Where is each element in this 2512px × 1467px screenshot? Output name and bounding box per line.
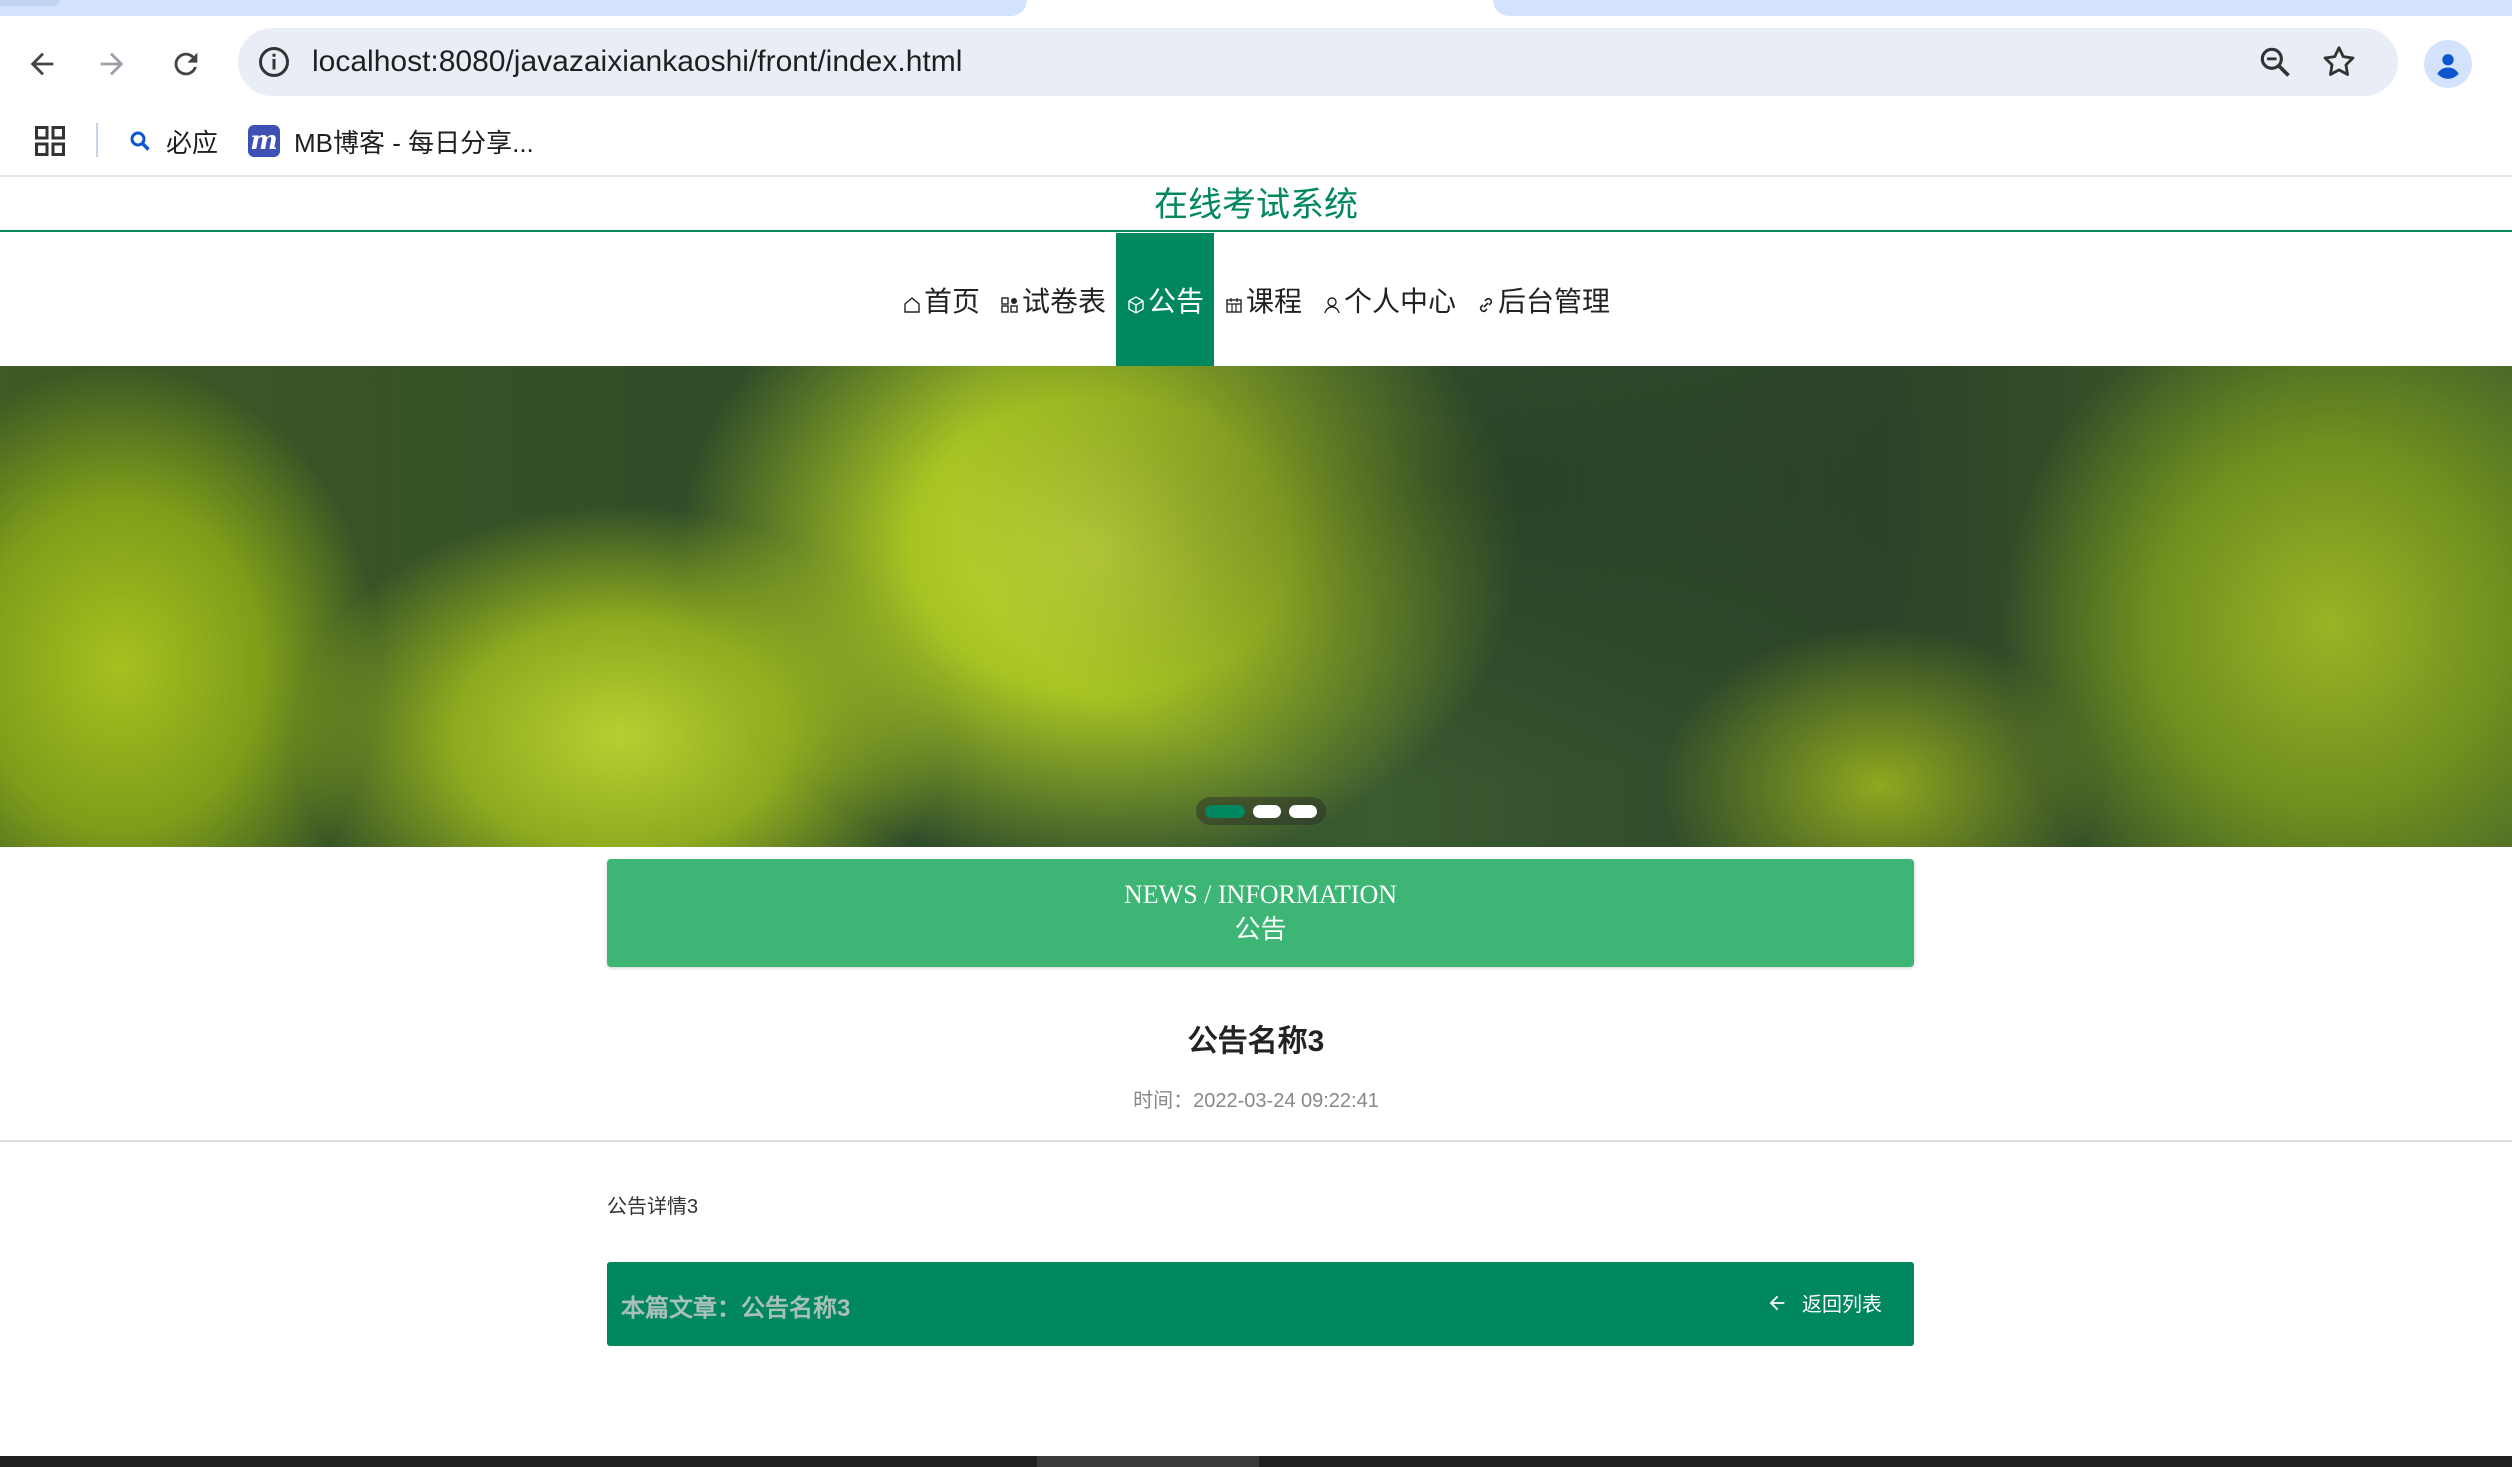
arrow-left-icon xyxy=(30,52,54,76)
nav-item-notice[interactable]: 公告 xyxy=(1115,233,1214,366)
divider xyxy=(0,1140,2512,1142)
banner-image xyxy=(0,366,2512,847)
bookmarks-separator xyxy=(96,123,98,157)
time-label: 时间： xyxy=(1133,1090,1194,1112)
site-header: 在线考试系统 xyxy=(0,178,2512,232)
section-title-en: NEWS / INFORMATION xyxy=(1124,880,1397,909)
article-footer-bar: 本篇文章：公告名称3 返回列表 xyxy=(607,1262,1914,1346)
nav-item-admin[interactable]: 后台管理 xyxy=(1466,233,1620,366)
nav-item-profile[interactable]: 个人中心 xyxy=(1312,233,1466,366)
carousel-dot-1[interactable] xyxy=(1205,804,1245,818)
search-icon xyxy=(130,131,150,151)
back-button[interactable] xyxy=(18,40,66,88)
address-bar[interactable]: localhost:8080/javazaixiankaoshi/front/i… xyxy=(238,28,2398,96)
bookmark-star-icon[interactable] xyxy=(2320,43,2358,81)
calendar-icon xyxy=(1224,290,1244,313)
site-title: 在线考试系统 xyxy=(1154,186,1358,224)
tab-edge xyxy=(0,0,60,6)
forward-button[interactable] xyxy=(88,40,136,88)
profile-avatar-icon xyxy=(2432,48,2464,80)
article-content: 公告详情3 xyxy=(607,1196,699,1218)
article-meta: 时间：2022-03-24 09:22:41 xyxy=(0,1084,2512,1113)
user-icon xyxy=(1322,290,1342,313)
nav-label: 试卷表 xyxy=(1021,285,1106,317)
banner-carousel[interactable] xyxy=(0,366,2512,847)
browser-tab-right[interactable] xyxy=(1493,0,2512,16)
apps-grid-icon[interactable] xyxy=(32,123,68,159)
section-header: NEWS / INFORMATION 公告 xyxy=(607,859,1914,967)
main-nav: 首页 试卷表 公告 课程 个人中心 后台管理 xyxy=(0,233,2512,366)
nav-label: 首页 xyxy=(923,285,980,317)
arrow-right-icon xyxy=(100,52,124,76)
reload-button[interactable] xyxy=(162,40,210,88)
nav-label: 个人中心 xyxy=(1344,285,1457,317)
back-to-list-label: 返回列表 xyxy=(1802,1294,1882,1316)
carousel-dot-3[interactable] xyxy=(1289,804,1317,818)
time-value: 2022-03-24 09:22:41 xyxy=(1193,1090,1379,1112)
nav-label: 后台管理 xyxy=(1498,285,1611,317)
home-icon xyxy=(902,290,922,313)
bookmark-bing[interactable]: 必应 xyxy=(128,119,218,163)
nav-item-course[interactable]: 课程 xyxy=(1214,233,1312,366)
link-icon xyxy=(1476,290,1496,312)
zoom-icon[interactable] xyxy=(2256,43,2294,81)
article-title: 公告名称3 xyxy=(1187,1025,1325,1058)
nav-item-papers[interactable]: 试卷表 xyxy=(990,233,1116,366)
bookmark-label: 必应 xyxy=(166,127,219,158)
current-article: 本篇文章：公告名称3 xyxy=(621,1288,850,1323)
nav-label: 公告 xyxy=(1147,285,1204,317)
profile-button[interactable] xyxy=(2424,40,2472,88)
back-to-list-button[interactable]: 返回列表 xyxy=(1766,1288,1882,1317)
current-article-label: 本篇文章： xyxy=(621,1295,741,1322)
url-text[interactable]: localhost:8080/javazaixiankaoshi/front/i… xyxy=(312,42,962,82)
bookmarks-bar: 必应 m MB博客 - 每日分享... xyxy=(0,109,2512,177)
tab-strip xyxy=(0,0,2512,18)
taskbar-item[interactable] xyxy=(1037,1456,1259,1467)
carousel-indicators xyxy=(1196,797,1326,825)
bookmark-label: MB博客 - 每日分享... xyxy=(294,127,534,158)
browser-tab-left[interactable] xyxy=(0,0,1027,16)
browser-toolbar: localhost:8080/javazaixiankaoshi/front/i… xyxy=(0,18,2512,109)
nav-item-home[interactable]: 首页 xyxy=(892,233,990,366)
reload-icon xyxy=(174,52,198,76)
arrow-left-icon xyxy=(1769,1295,1785,1310)
os-taskbar xyxy=(0,1456,2512,1467)
bookmark-mb-blog[interactable]: m MB博客 - 每日分享... xyxy=(248,119,534,163)
mb-logo-icon: m xyxy=(248,125,280,157)
nav-label: 课程 xyxy=(1246,285,1303,317)
info-icon[interactable] xyxy=(256,44,292,80)
cube-icon xyxy=(1126,290,1146,314)
carousel-dot-2[interactable] xyxy=(1253,804,1281,818)
current-article-title: 公告名称3 xyxy=(741,1295,851,1322)
grid-icon xyxy=(1000,290,1020,313)
section-title-cn: 公告 xyxy=(1234,914,1287,944)
